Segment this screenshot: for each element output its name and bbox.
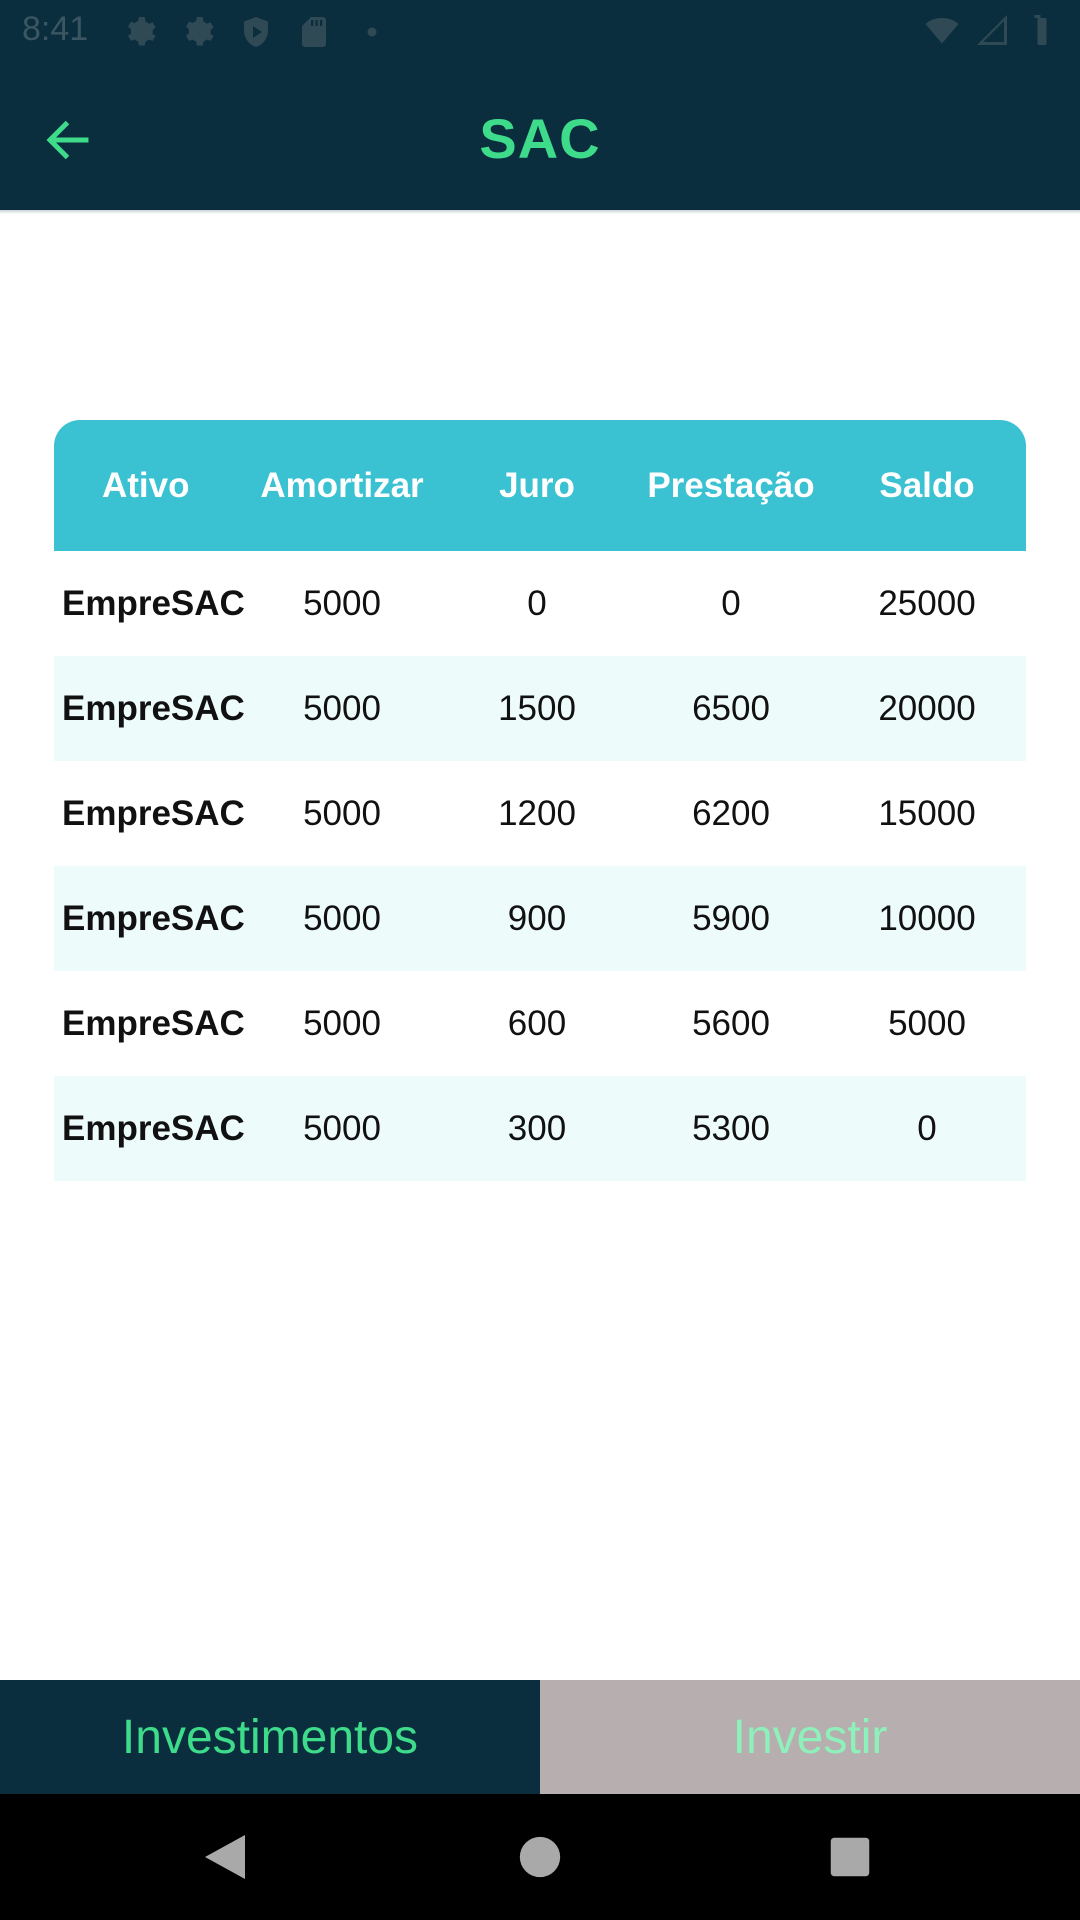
cell-saldo: 5000 [888, 1003, 966, 1043]
cell-amortizar: 5000 [303, 793, 381, 833]
cell-saldo: 10000 [878, 898, 976, 938]
cell-amortizar: 5000 [303, 688, 381, 728]
tab-investir[interactable]: Investir [540, 1680, 1080, 1794]
status-time: 8:41 [22, 10, 89, 48]
page-title: SAC [479, 107, 601, 170]
cell-prestacao: 5600 [692, 1003, 770, 1043]
cell-prestacao: 5900 [692, 898, 770, 938]
cell-amortizar: 5000 [303, 1108, 381, 1148]
cell-amortizar: 5000 [303, 898, 381, 938]
app-bar: SAC [0, 62, 1080, 210]
column-header-saldo: Saldo [879, 465, 975, 505]
cell-amortizar: 5000 [303, 583, 381, 623]
tab-investimentos[interactable]: Investimentos [0, 1680, 540, 1794]
cell-juro: 1200 [498, 793, 576, 833]
column-header-ativo: Ativo [102, 465, 190, 505]
bottom-tabs: Investimentos Investir [0, 1680, 1080, 1794]
battery-icon [1034, 15, 1047, 45]
cell-ativo: EmpreSAC [62, 1108, 245, 1148]
table-row: EmpreSAC 5000 900 5900 10000 [54, 866, 1026, 971]
status-icons-left [122, 14, 390, 50]
cell-amortizar: 5000 [303, 1003, 381, 1043]
cell-saldo: 0 [917, 1108, 937, 1148]
cell-juro: 900 [507, 898, 567, 938]
home-circle-icon [519, 1836, 561, 1878]
gear-icon [186, 17, 214, 46]
cell-prestacao: 0 [721, 583, 741, 623]
nav-home-button[interactable] [507, 1824, 573, 1890]
back-triangle-icon [205, 1835, 245, 1879]
wifi-off-icon [925, 18, 959, 44]
nav-back-button[interactable] [192, 1824, 258, 1890]
table-row: EmpreSAC 5000 1200 6200 15000 [54, 761, 1026, 866]
shield-icon [244, 17, 268, 47]
app-bar-shadow [0, 210, 1080, 214]
column-header-prestacao: Prestação [647, 465, 815, 505]
cell-saldo: 25000 [878, 583, 976, 623]
cell-ativo: EmpreSAC [62, 688, 245, 728]
cell-saldo: 15000 [878, 793, 976, 833]
cell-ativo: EmpreSAC [62, 1003, 245, 1043]
dot-icon [367, 27, 377, 37]
status-icons-right [924, 12, 1060, 48]
table-row: EmpreSAC 5000 600 5600 5000 [54, 971, 1026, 1076]
cell-juro: 0 [527, 583, 547, 623]
system-nav-bar [0, 1794, 1080, 1920]
cell-prestacao: 6200 [692, 793, 770, 833]
column-header-amortizar: Amortizar [260, 465, 424, 505]
cell-saldo: 20000 [878, 688, 976, 728]
cell-prestacao: 6500 [692, 688, 770, 728]
column-header-juro: Juro [499, 465, 575, 505]
cell-juro: 600 [507, 1003, 567, 1043]
cell-juro: 300 [507, 1108, 567, 1148]
cell-ativo: EmpreSAC [62, 583, 245, 623]
cell-ativo: EmpreSAC [62, 898, 245, 938]
screen: 8:41 SAC Ativo Amortizar Juro Prestação … [0, 0, 1080, 1920]
signal-icon [977, 15, 1007, 45]
cell-prestacao: 5300 [692, 1108, 770, 1148]
table-header: Ativo Amortizar Juro Prestação Saldo [54, 420, 1026, 551]
sd-card-icon [302, 17, 326, 47]
nav-recents-button[interactable] [817, 1824, 883, 1890]
table-row: EmpreSAC 5000 1500 6500 20000 [54, 656, 1026, 761]
recents-square-icon [830, 1837, 870, 1877]
gear-icon [128, 17, 156, 46]
status-bar: 8:41 [0, 0, 1080, 62]
table-row: EmpreSAC 5000 0 0 25000 [54, 551, 1026, 656]
cell-ativo: EmpreSAC [62, 793, 245, 833]
table-row: EmpreSAC 5000 300 5300 0 [54, 1076, 1026, 1181]
cell-juro: 1500 [498, 688, 576, 728]
sac-table: Ativo Amortizar Juro Prestação Saldo Emp… [54, 420, 1026, 1181]
